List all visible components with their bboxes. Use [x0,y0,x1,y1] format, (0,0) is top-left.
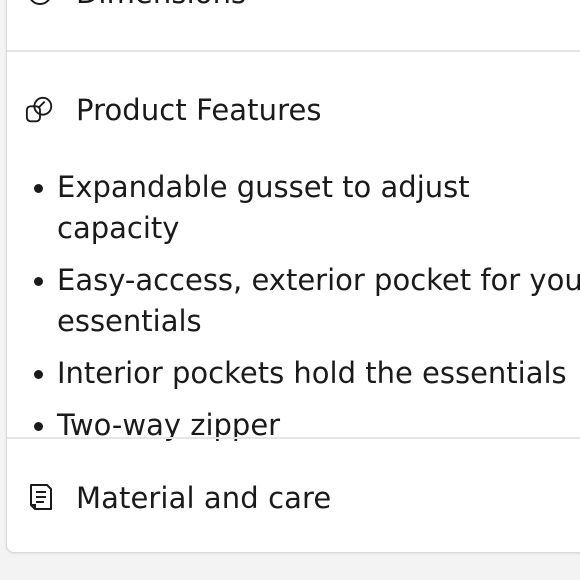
product-features-accordion-header[interactable]: Product Features [7,90,580,130]
list-item: Easy-access, exterior pocket for your es… [7,260,580,342]
dimensions-label: Dimensions [76,0,246,11]
product-features-label: Product Features [76,93,322,127]
bullet-icon [34,422,43,431]
overlapping-shapes-icon [25,95,55,125]
list-item: Expandable gusset to adjust capacity [7,167,580,249]
product-features-list: Expandable gusset to adjust capacity Eas… [7,167,580,457]
material-and-care-label: Material and care [76,481,332,515]
scroll-icon [25,483,55,513]
list-item: Two-way zipper [7,405,580,446]
bullet-icon [34,370,43,379]
feature-text: Interior pockets hold the essentials [57,356,567,390]
feature-text: Easy-access, exterior pocket for your es… [57,263,580,338]
material-and-care-accordion-header[interactable]: Material and care [7,478,580,518]
section-divider [7,50,580,52]
product-details-card: Dimensions Product Features Expandable g… [6,0,580,553]
bullet-icon [34,277,43,286]
list-item: Interior pockets hold the essentials [7,353,580,394]
dimensions-accordion-header[interactable]: Dimensions [7,0,580,13]
bullet-icon [34,184,43,193]
ruler-tape-icon [25,0,55,8]
section-divider [7,437,580,439]
feature-text: Expandable gusset to adjust capacity [57,170,470,245]
